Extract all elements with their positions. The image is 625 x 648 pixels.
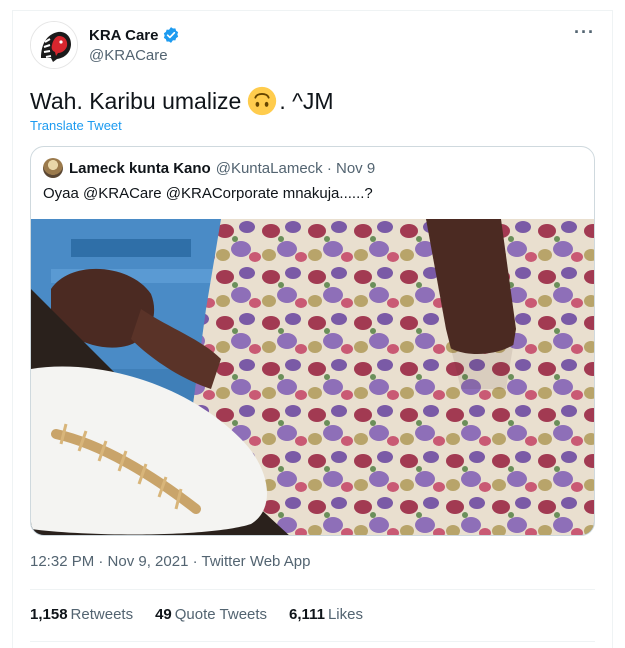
engagement-stats: 1,158 Retweets 49 Quote Tweets 6,111 Likes xyxy=(30,606,385,623)
kra-lion-logo-icon xyxy=(31,22,77,68)
quoted-author-handle-date[interactable]: @KuntaLameck · Nov 9 xyxy=(216,160,375,177)
upside-down-face-emoji-icon xyxy=(248,86,277,116)
video-frame-image xyxy=(31,219,594,535)
quote-tweets-label: Quote Tweets xyxy=(174,606,268,623)
author-name[interactable]: KRA Care xyxy=(89,27,158,44)
quoted-tweet-header: Lameck kunta Kano @KuntaLameck · Nov 9 xyxy=(43,158,375,178)
quote-tweets-count: 49 xyxy=(155,606,172,623)
retweets-stat[interactable]: 1,158 Retweets xyxy=(30,606,133,623)
tweet-text: Wah. Karibu umalize . ^JM xyxy=(30,86,334,116)
quoted-tweet[interactable]: Lameck kunta Kano @KuntaLameck · Nov 9 O… xyxy=(30,146,595,536)
author-avatar[interactable] xyxy=(30,21,78,69)
retweets-count: 1,158 xyxy=(30,606,68,623)
quoted-tweet-video[interactable] xyxy=(31,219,594,535)
tweet-text-after: . ^JM xyxy=(279,87,334,114)
quoted-author-avatar[interactable] xyxy=(43,158,63,178)
tweet-timestamp[interactable]: 12:32 PM · Nov 9, 2021 · Twitter Web App xyxy=(30,553,310,570)
divider-bottom xyxy=(30,641,595,642)
quote-tweets-stat[interactable]: 49 Quote Tweets xyxy=(155,606,267,623)
more-options-icon[interactable]: ··· xyxy=(574,22,595,43)
retweets-label: Retweets xyxy=(70,606,134,623)
likes-label: Likes xyxy=(327,606,363,623)
quoted-author-name[interactable]: Lameck kunta Kano xyxy=(69,160,211,177)
quoted-tweet-text: Oyaa @KRACare @KRACorporate mnakuja.....… xyxy=(43,185,373,202)
likes-count: 6,111 xyxy=(289,606,325,623)
author-handle[interactable]: @KRACare xyxy=(89,47,168,64)
divider-top xyxy=(30,589,595,590)
author-name-row[interactable]: KRA Care xyxy=(89,26,180,44)
verified-badge-icon xyxy=(164,27,179,43)
tweet-text-before: Wah. Karibu umalize xyxy=(30,87,242,114)
translate-tweet-link[interactable]: Translate Tweet xyxy=(30,118,122,133)
likes-stat[interactable]: 6,111 Likes xyxy=(289,606,363,623)
